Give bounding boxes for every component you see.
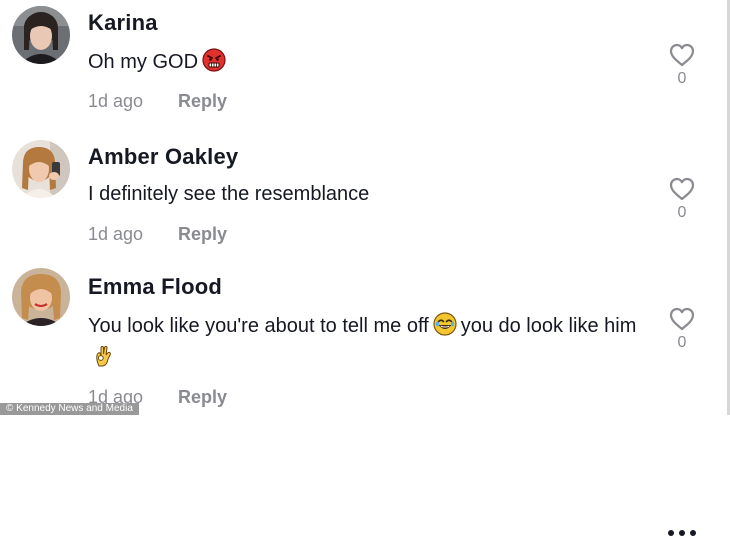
watermark: © Kennedy News and Media: [0, 403, 139, 415]
like-count: 0: [677, 70, 687, 87]
comment-item: Emma Flood You look like you're about to…: [0, 260, 730, 536]
heart-icon[interactable]: [668, 42, 696, 68]
comment-item: Amber Oakley I definitely see the resemb…: [0, 130, 730, 260]
like-count: 0: [677, 334, 687, 351]
ok-hand-emoji: [92, 344, 116, 368]
comment-username[interactable]: Emma Flood: [88, 274, 222, 300]
like-control: 0: [668, 176, 696, 222]
comment-text-content: Oh my GOD: [88, 51, 199, 73]
comment-item: Karina Oh my GOD 1d ago Reply 0: [0, 0, 730, 130]
angry-face-emoji: [202, 48, 226, 72]
laughing-emoji: [433, 312, 457, 336]
comment-meta: 1d ago Reply: [88, 224, 227, 245]
comment-text-continuation: you do look like him: [460, 315, 637, 337]
comment-username[interactable]: Karina: [88, 10, 158, 36]
comment-timestamp: 1d ago: [88, 224, 144, 244]
more-options-icon[interactable]: [666, 528, 698, 538]
heart-icon[interactable]: [668, 306, 696, 332]
reply-button[interactable]: Reply: [178, 224, 227, 245]
like-control: 0: [668, 42, 696, 88]
avatar[interactable]: [12, 6, 70, 64]
comment-text: Oh my GOD: [88, 46, 648, 78]
comment-text: I definitely see the resemblance: [88, 178, 648, 210]
comment-username[interactable]: Amber Oakley: [88, 144, 238, 170]
like-count: 0: [677, 204, 687, 221]
avatar[interactable]: [12, 268, 70, 326]
comment-text-content: You look like you're about to tell me of…: [88, 315, 429, 337]
heart-icon[interactable]: [668, 176, 696, 202]
comment-timestamp: 1d ago: [88, 91, 144, 111]
reply-button[interactable]: Reply: [178, 91, 227, 112]
like-control: 0: [668, 306, 696, 352]
avatar[interactable]: [12, 140, 70, 198]
comment-text-content: I definitely see the resemblance: [88, 183, 370, 205]
comment-meta: 1d ago Reply: [88, 91, 227, 112]
reply-button[interactable]: Reply: [178, 387, 227, 408]
comment-text: You look like you're about to tell me of…: [88, 310, 648, 374]
